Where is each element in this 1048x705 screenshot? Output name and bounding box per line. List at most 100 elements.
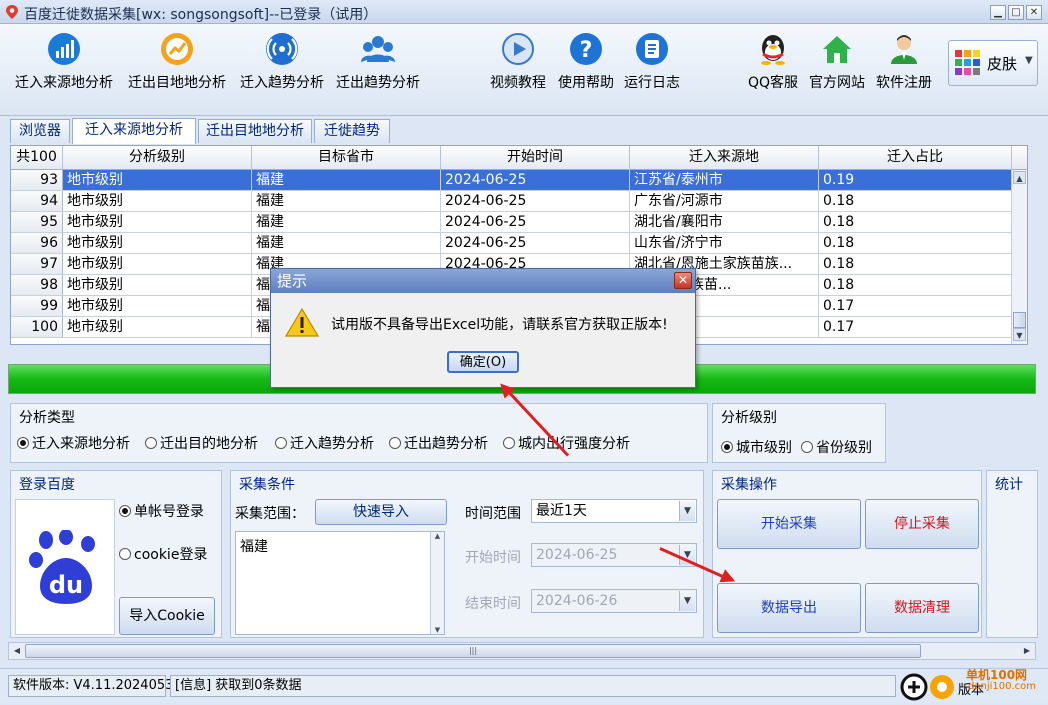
toolbar-outflow-trend-button[interactable]: 迁出趋势分析 [332, 30, 424, 110]
toolbar-register-button[interactable]: 软件注册 [872, 30, 936, 110]
dialog-close-button[interactable]: ✕ [674, 272, 692, 289]
radio-inflow-trend[interactable]: 迁入趋势分析 [275, 433, 374, 453]
toolbar-label: QQ客服 [747, 75, 799, 91]
toolbar-video-tutorial-button[interactable]: 视频教程 [486, 30, 550, 110]
time-range-select[interactable]: 最近1天 ▼ [531, 499, 697, 523]
toolbar-label: 迁入趋势分析 [240, 75, 324, 91]
table-cell: 地市级别 [63, 170, 252, 190]
radio-cookie-login[interactable]: cookie登录 [119, 544, 207, 564]
scroll-left-icon[interactable]: ◀ [10, 644, 24, 658]
table-cell: 2024-06-25 [441, 233, 630, 253]
chevron-down-icon[interactable]: ▼ [679, 501, 695, 521]
export-data-button[interactable]: 数据导出 [717, 583, 861, 633]
radio-inflow-source[interactable]: 迁入来源地分析 [17, 433, 130, 453]
alert-dialog: 提示 ✕ 试用版不具备导出Excel功能，请联系官方获取正版本! 确定(O) [270, 268, 696, 388]
radio-province-level[interactable]: 省份级别 [801, 437, 872, 457]
play-icon [501, 32, 535, 66]
maximize-button[interactable]: □ [1008, 5, 1024, 20]
close-button[interactable]: ✕ [1026, 5, 1042, 20]
clear-data-button[interactable]: 数据清理 [865, 583, 979, 633]
chevron-down-icon[interactable]: ▼ [679, 591, 695, 611]
tab-browser[interactable]: 浏览器 [10, 119, 70, 143]
home-icon [820, 32, 854, 66]
scroll-right-icon[interactable]: ▶ [1020, 644, 1034, 658]
window-title: 百度迁徙数据采集[wx: songsongsoft]--已登录（试用） [24, 7, 378, 23]
toolbar-label: 视频教程 [490, 75, 546, 91]
signal-icon [265, 32, 299, 66]
table-cell: 广东省/河源市 [630, 191, 819, 211]
column-header[interactable]: 分析级别 [63, 146, 252, 170]
table-cell: 江苏省/泰州市 [630, 170, 819, 190]
watermark-url: danji100.com [968, 681, 1036, 692]
radio-outflow-trend[interactable]: 迁出趋势分析 [389, 433, 488, 453]
minimize-button[interactable]: ▁ [990, 5, 1006, 20]
textarea-scrollbar[interactable]: ▲ ▼ [430, 532, 444, 634]
radio-dot [145, 437, 157, 449]
user-register-icon [887, 32, 921, 66]
quick-import-button[interactable]: 快速导入 [315, 499, 447, 525]
table-row[interactable]: 96 地市级别 福建 2024-06-25 山东省/济宁市 0.18 [11, 233, 1012, 254]
toolbar-inflow-trend-button[interactable]: 迁入趋势分析 [236, 30, 328, 110]
column-header[interactable]: 开始时间 [441, 146, 630, 170]
baidu-logo-text: du [49, 571, 83, 599]
table-cell: 福建 [252, 170, 441, 190]
row-number: 93 [11, 170, 63, 190]
table-cell: 0.18 [819, 233, 1012, 253]
table-cell: 2024-06-25 [441, 191, 630, 211]
radio-city-level[interactable]: 城市级别 [721, 437, 792, 457]
toolbar-label: 官方网站 [809, 75, 865, 91]
column-header[interactable]: 目标省市 [252, 146, 441, 170]
toolbar-outflow-dest-button[interactable]: 迁出目地地分析 [122, 30, 232, 110]
table-cell: 地市级别 [63, 254, 252, 274]
table-row[interactable]: ›93地市级别福建2024-06-25江苏省/泰州市0.19 [11, 170, 1012, 191]
scroll-up-icon[interactable]: ▲ [1013, 171, 1026, 184]
scroll-thumb[interactable] [1013, 312, 1026, 328]
horizontal-scrollbar[interactable]: ◀ ||| ▶ [8, 642, 1036, 660]
toolbar-label: 迁出目地地分析 [128, 75, 226, 91]
toolbar-website-button[interactable]: 官方网站 [805, 30, 869, 110]
start-collect-button[interactable]: 开始采集 [717, 499, 861, 549]
toolbar-label: 软件注册 [876, 75, 932, 91]
tab-outflow-dest[interactable]: 迁出目地地分析 [198, 119, 312, 143]
row-count-header: 共100 [11, 146, 63, 170]
radio-city-intensity[interactable]: 城内出行强度分析 [503, 433, 630, 453]
scroll-up-icon[interactable]: ▲ [431, 532, 444, 540]
chevron-down-icon: ▼ [1025, 55, 1033, 66]
log-icon [635, 32, 669, 66]
end-time-picker[interactable]: 2024-06-26 ▼ [531, 589, 697, 613]
row-number: 99 [11, 296, 63, 316]
toolbar-inflow-source-button[interactable]: 迁入来源地分析 [10, 30, 118, 110]
toolbar-log-button[interactable]: 运行日志 [620, 30, 684, 110]
scroll-down-icon[interactable]: ▼ [1013, 328, 1026, 341]
tab-inflow-source[interactable]: 迁入来源地分析 [72, 118, 196, 144]
stop-collect-button[interactable]: 停止采集 [865, 499, 979, 549]
tab-trend[interactable]: 迁徙趋势 [314, 119, 390, 143]
info-status: [信息] 获取到0条数据 [170, 675, 896, 697]
range-textarea[interactable]: 福建 ▲ ▼ [235, 531, 445, 635]
radio-dot [801, 441, 813, 453]
collect-conditions-group: 采集条件 采集范围： 快速导入 福建 ▲ ▼ 时间范围 最近1天 ▼ 开始时间 … [230, 470, 704, 638]
dialog-ok-button[interactable]: 确定(O) [447, 351, 519, 373]
radio-label: cookie登录 [134, 547, 208, 563]
toolbar-qq-service-button[interactable]: QQ客服 [744, 30, 802, 110]
end-time-value: 2024-06-26 [536, 593, 618, 609]
table-cell: 地市级别 [63, 233, 252, 253]
row-number: 95 [11, 212, 63, 232]
column-header[interactable]: 迁入来源地 [630, 146, 819, 170]
palette-icon [955, 50, 980, 75]
column-header[interactable]: 迁入占比 [819, 146, 1012, 170]
svg-text:?: ? [580, 38, 593, 63]
radio-outflow-dest[interactable]: 迁出目的地分析 [145, 433, 258, 453]
import-cookie-button[interactable]: 导入Cookie [119, 597, 215, 635]
toolbar-help-button[interactable]: ? 使用帮助 [554, 30, 618, 110]
vertical-scrollbar[interactable]: ▲ ▼ [1011, 170, 1027, 344]
radio-single-account[interactable]: 单帐号登录 [119, 501, 204, 521]
warning-icon [285, 307, 319, 337]
radio-label: 迁入趋势分析 [290, 436, 374, 452]
table-row[interactable]: 94 地市级别 福建 2024-06-25 广东省/河源市 0.18 [11, 191, 1012, 212]
scroll-thumb[interactable]: ||| [25, 644, 921, 658]
skin-button[interactable]: 皮肤 ▼ [948, 40, 1038, 86]
users-icon [361, 32, 395, 66]
table-row[interactable]: 95 地市级别 福建 2024-06-25 湖北省/襄阳市 0.18 [11, 212, 1012, 233]
scroll-down-icon[interactable]: ▼ [431, 626, 444, 634]
